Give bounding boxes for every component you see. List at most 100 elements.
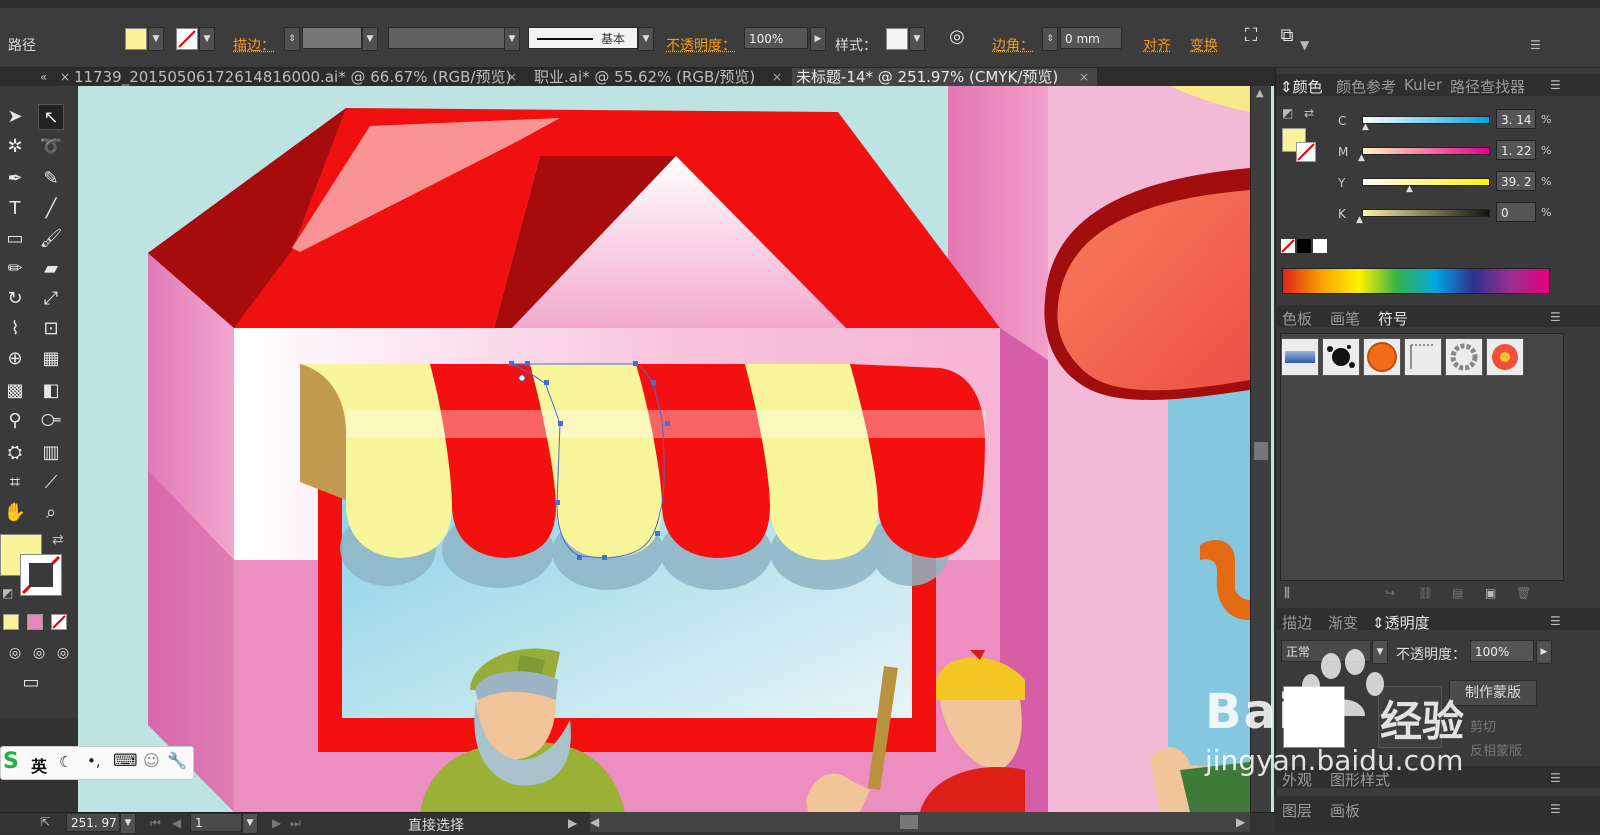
tab-gradient[interactable]: 渐变: [1328, 612, 1358, 633]
gradient-mode-icon[interactable]: [27, 614, 43, 630]
channel-c-value[interactable]: 3. 14: [1496, 109, 1536, 129]
symbol-gray-wreath[interactable]: [1445, 338, 1483, 376]
close-icon[interactable]: ×: [772, 68, 782, 86]
zoom-dropdown[interactable]: ▼: [120, 813, 136, 834]
new-symbol-icon[interactable]: ▣: [1485, 586, 1496, 600]
arrange-icon[interactable]: ⧉: [1274, 23, 1300, 49]
scroll-left-icon[interactable]: ◀: [590, 815, 599, 829]
channel-y-value[interactable]: 39. 2: [1496, 171, 1536, 191]
corner-stepper[interactable]: ⇕: [1042, 27, 1058, 51]
brush-definition[interactable]: 基本: [528, 27, 638, 49]
hand-tool-icon[interactable]: ✋: [2, 500, 28, 526]
keyboard-icon[interactable]: ⌨: [113, 751, 138, 771]
tab-brushes[interactable]: 画笔: [1330, 308, 1360, 329]
fill-dropdown[interactable]: ▼: [148, 27, 164, 51]
corner-link[interactable]: 边角：: [992, 35, 1034, 55]
status-menu-arrow-icon[interactable]: ▶: [568, 816, 577, 830]
stroke-color-box[interactable]: [20, 554, 62, 596]
pen-tool-icon[interactable]: ✒: [2, 166, 28, 192]
tab-document-2[interactable]: 职业.ai* @ 55.62% (RGB/预览) ×: [530, 68, 790, 86]
recolor-icon[interactable]: ◎: [944, 24, 970, 50]
channel-m-value[interactable]: 1. 22: [1496, 140, 1536, 160]
artboard-tool-icon[interactable]: ⌗: [2, 470, 28, 496]
graph-tool-icon[interactable]: ▥: [38, 440, 64, 466]
tab-symbols[interactable]: 符号: [1378, 308, 1408, 329]
width-profile-dropdown[interactable]: ▼: [504, 27, 520, 51]
mesh-tool-icon[interactable]: ▩: [2, 378, 28, 404]
user-icon[interactable]: ☺: [143, 751, 160, 770]
close-panel-icon[interactable]: ×: [60, 70, 70, 84]
direct-selection-tool-icon[interactable]: ↖: [38, 104, 64, 130]
symbol-dotted-line[interactable]: [1404, 338, 1442, 376]
tab-color[interactable]: ⇕颜色: [1280, 76, 1323, 97]
channel-k-slider[interactable]: [1362, 209, 1490, 217]
channel-y-thumb[interactable]: ▲: [1406, 184, 1413, 194]
opacity-link[interactable]: 不透明度：: [666, 35, 736, 55]
tab-swatches[interactable]: 色板: [1282, 308, 1312, 329]
close-icon[interactable]: ×: [507, 68, 517, 86]
artboard-number-field[interactable]: 1: [190, 813, 242, 832]
screen-mode-icon[interactable]: ▭: [18, 670, 44, 696]
perspective-grid-icon[interactable]: ▦: [38, 346, 64, 372]
isolate-icon[interactable]: ⛶: [1238, 23, 1264, 49]
fill-swatch[interactable]: [125, 28, 147, 50]
scroll-up-icon[interactable]: ▲: [1256, 88, 1264, 99]
ime-mode-label[interactable]: 英: [31, 753, 47, 777]
color-spectrum-bar[interactable]: [1282, 268, 1550, 294]
stroke-link[interactable]: 描边：: [233, 35, 275, 55]
magic-wand-icon[interactable]: ✲: [2, 134, 28, 160]
corner-field[interactable]: 0 mm: [1060, 27, 1122, 49]
default-colors-icon[interactable]: ◩: [2, 586, 13, 600]
rectangle-tool-icon[interactable]: ▭: [2, 226, 28, 252]
style-dropdown[interactable]: ▼: [909, 27, 925, 51]
hscroll-thumb[interactable]: [900, 815, 918, 829]
stroke-weight-dropdown[interactable]: ▼: [362, 27, 378, 51]
break-link-icon[interactable]: ⛓: [1418, 586, 1433, 600]
stroke-weight-field[interactable]: [302, 27, 362, 49]
rotate-tool-icon[interactable]: ↻: [2, 286, 28, 312]
none-color-icon[interactable]: [1281, 239, 1295, 253]
next-artboard-icon[interactable]: ▶: [272, 816, 281, 830]
lasso-icon[interactable]: ➰: [38, 134, 64, 160]
arrange-dropdown-icon[interactable]: ▼: [1300, 38, 1309, 52]
symbols-panel-menu-icon[interactable]: ☰: [1550, 310, 1561, 324]
white-color-icon[interactable]: [1313, 239, 1327, 253]
type-tool-icon[interactable]: T: [2, 196, 28, 222]
graphic-style-swatch[interactable]: [886, 28, 908, 50]
slice-tool-icon[interactable]: ⟋: [38, 470, 64, 496]
delete-symbol-icon[interactable]: 🗑: [1516, 586, 1531, 600]
eraser-icon[interactable]: ▰: [38, 256, 64, 282]
moon-icon[interactable]: ☾: [59, 753, 72, 771]
channel-m-thumb[interactable]: ▲: [1358, 153, 1365, 163]
zoom-tool-icon[interactable]: ⌕: [38, 500, 64, 526]
black-color-icon[interactable]: [1297, 239, 1311, 253]
punctuation-icon[interactable]: •,: [87, 752, 101, 770]
stroke-weight-stepper[interactable]: ⇕: [284, 27, 300, 51]
close-icon[interactable]: ×: [1079, 68, 1089, 86]
scroll-thumb[interactable]: [1254, 442, 1268, 460]
gradient-tool-icon[interactable]: ◧: [38, 378, 64, 404]
channel-k-value[interactable]: 0: [1496, 202, 1536, 222]
zoom-field[interactable]: 251. 97: [66, 813, 120, 832]
symbol-ink-splat[interactable]: [1322, 338, 1360, 376]
artboard-canvas[interactable]: [78, 86, 1274, 812]
align-link[interactable]: 对齐: [1143, 35, 1171, 55]
curvature-pen-icon[interactable]: ✎: [38, 166, 64, 192]
symbol-libraries-icon[interactable]: ⫼: [1284, 586, 1290, 601]
tab-stroke[interactable]: 描边: [1282, 612, 1312, 633]
stroke-swatch[interactable]: [176, 28, 198, 50]
pencil-icon[interactable]: ✏: [2, 256, 28, 282]
symbol-sprayer-icon[interactable]: ⛭: [2, 440, 28, 466]
draw-normal-icon[interactable]: ◎: [2, 640, 28, 666]
none-mode-icon[interactable]: [51, 614, 67, 630]
draw-inside-icon[interactable]: ◎: [50, 640, 76, 666]
scale-tool-icon[interactable]: ⤢: [38, 286, 64, 312]
last-artboard-icon[interactable]: ⏭: [290, 816, 301, 831]
brush-dropdown[interactable]: ▼: [638, 27, 654, 51]
transparency-opacity-arrow[interactable]: ▶: [1536, 640, 1552, 664]
free-transform-icon[interactable]: ⊡: [38, 316, 64, 342]
ime-toolbar[interactable]: S 英 ☾ •, ⌨ ☺ 🔧: [0, 746, 194, 780]
control-panel-menu-icon[interactable]: ☰: [1530, 38, 1541, 52]
tab-kuler[interactable]: Kuler: [1404, 76, 1442, 94]
wrench-icon[interactable]: 🔧: [167, 751, 187, 770]
